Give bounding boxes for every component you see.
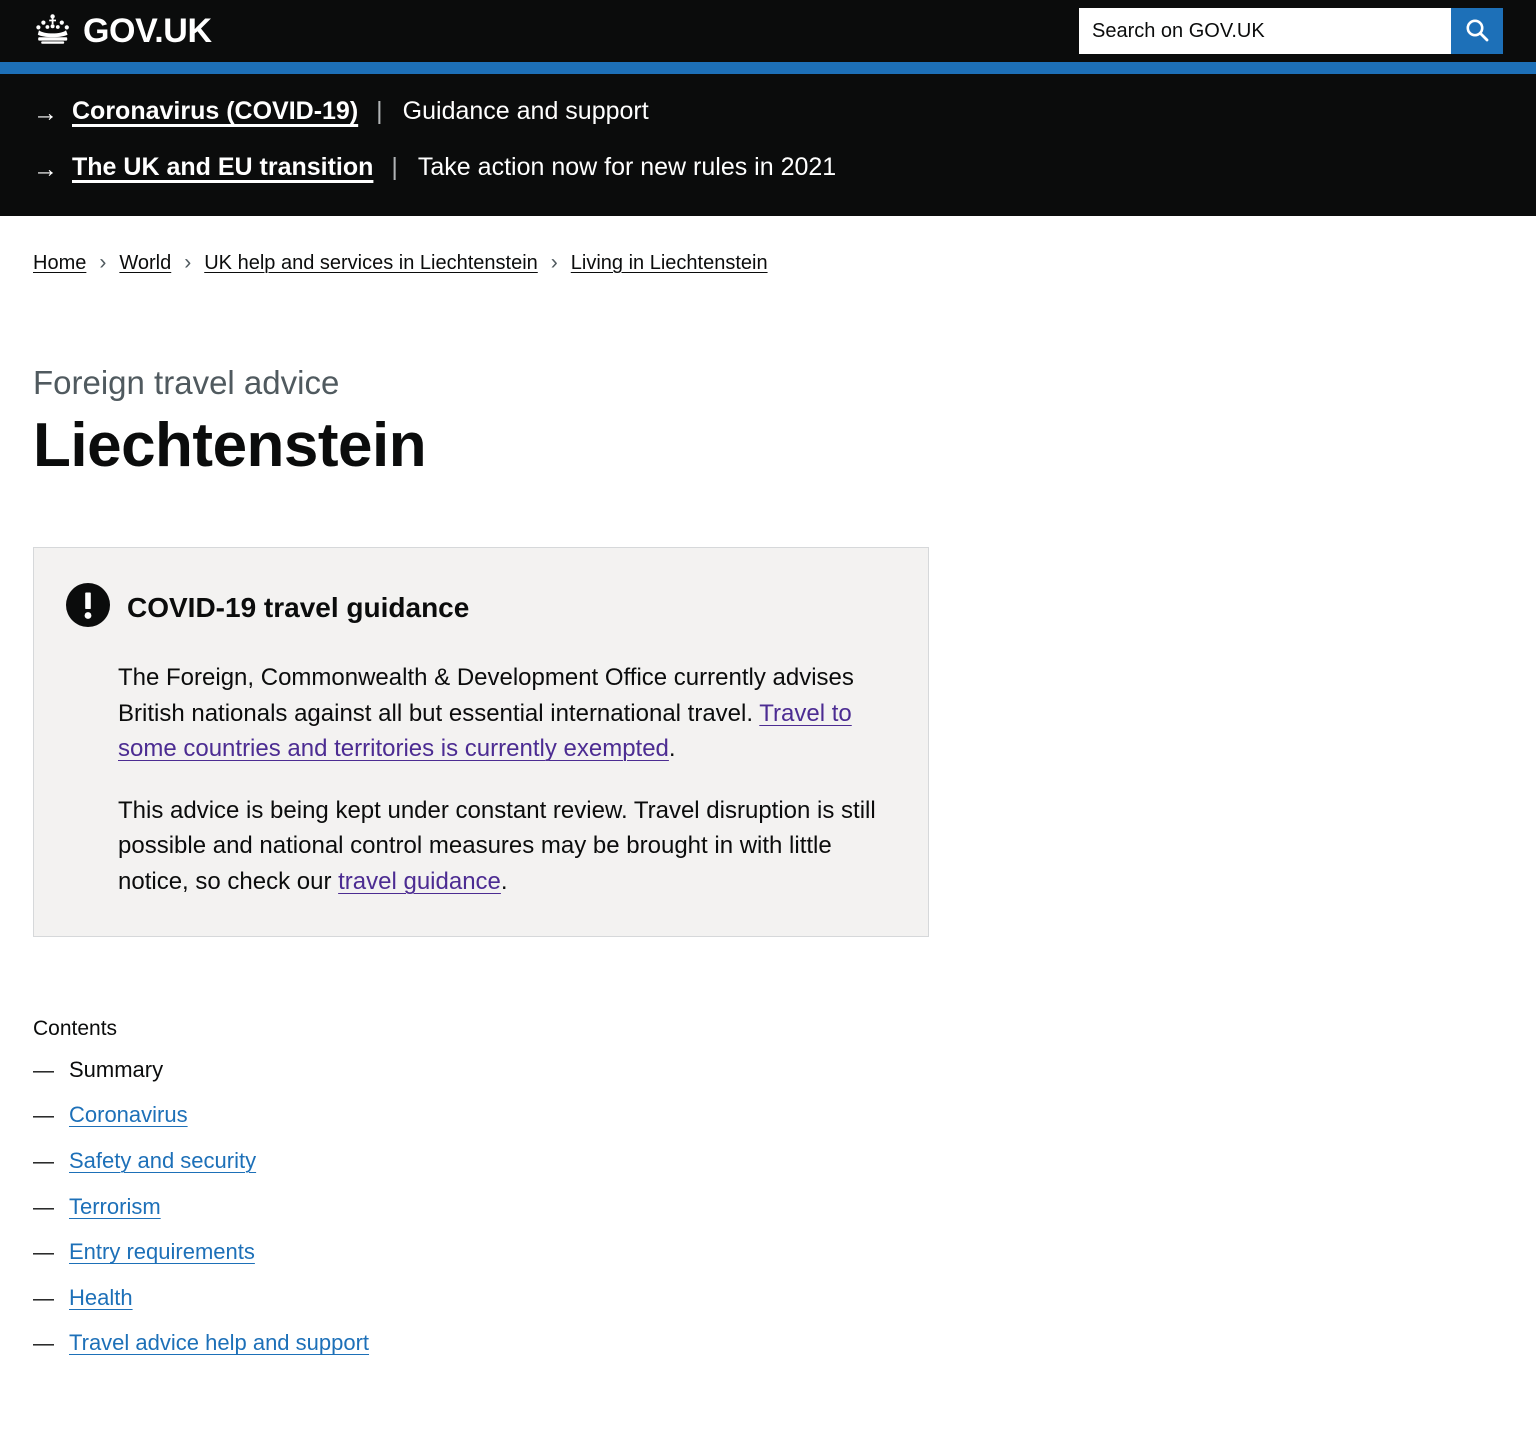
contents-item-health[interactable]: Health	[69, 1284, 133, 1313]
notice-row-eu-transition: → The UK and EU transition | Take action…	[33, 152, 1503, 182]
page-title: Liechtenstein	[33, 411, 427, 481]
callout-advice-trailing: .	[668, 735, 676, 763]
chevron-right-icon: ›	[184, 251, 192, 274]
travel-guidance-link[interactable]: travel guidance	[338, 868, 501, 895]
dash-icon: —	[33, 1150, 54, 1173]
breadcrumb-item-home[interactable]: Home	[33, 250, 86, 276]
global-notice-band: → Coronavirus (COVID-19) | Guidance and …	[0, 74, 1536, 216]
dash-icon: —	[33, 1241, 54, 1265]
list-item: — Coronavirus	[33, 1101, 1503, 1130]
breadcrumb-item-uk-help[interactable]: UK help and services in Liechtenstein	[204, 250, 538, 276]
callout-title: COVID-19 travel guidance	[127, 592, 470, 624]
govuk-logo-link[interactable]: GOV.UK	[33, 13, 212, 50]
header-accent-bar	[0, 62, 1536, 74]
breadcrumb-item-living[interactable]: Living in Liechtenstein	[571, 250, 768, 276]
dash-icon: —	[33, 1058, 54, 1082]
list-item: — Travel advice help and support	[33, 1329, 1503, 1358]
contents-item-safety-and-security[interactable]: Safety and security	[69, 1147, 256, 1176]
contents-item-summary: Summary	[69, 1056, 164, 1082]
main-content: Foreign travel advice Liechtenstein COVI…	[0, 364, 1536, 1435]
contents-item-entry-requirements[interactable]: Entry requirements	[69, 1238, 255, 1267]
govuk-logo-text: GOV.UK	[83, 12, 212, 50]
search-form	[1079, 8, 1503, 54]
callout-advice-bold: The Foreign, Commonwealth & Development …	[118, 664, 854, 727]
notice-link-eu-transition[interactable]: The UK and EU transition	[72, 152, 373, 182]
exclamation-circle-icon	[66, 583, 110, 632]
site-header: GOV.UK	[0, 0, 1536, 74]
arrow-right-icon: →	[33, 155, 58, 183]
notice-separator: |	[376, 97, 383, 125]
list-item: — Health	[33, 1284, 1503, 1313]
context-title: Foreign travel advice	[33, 364, 340, 402]
search-input[interactable]	[1079, 8, 1451, 54]
search-icon	[1464, 17, 1490, 46]
contents-list: — Summary — Coronavirus — Safety and sec…	[33, 1056, 1503, 1358]
callout-paragraph-advice: The Foreign, Commonwealth & Development …	[118, 660, 896, 767]
notice-link-coronavirus[interactable]: Coronavirus (COVID-19)	[72, 96, 358, 126]
callout-review-trailing: .	[500, 868, 508, 895]
search-button[interactable]	[1451, 8, 1503, 54]
contents-nav: Contents — Summary — Coronavirus — Safet…	[33, 1015, 1503, 1435]
list-item: — Terrorism	[33, 1193, 1503, 1222]
list-item: — Entry requirements	[33, 1238, 1503, 1267]
chevron-right-icon: ›	[99, 251, 107, 274]
list-item: — Safety and security	[33, 1147, 1503, 1176]
dash-icon: —	[33, 1286, 54, 1310]
contents-item-coronavirus[interactable]: Coronavirus	[69, 1101, 188, 1130]
crown-icon	[33, 13, 73, 50]
dash-icon: —	[33, 1104, 54, 1128]
contents-item-terrorism[interactable]: Terrorism	[69, 1193, 161, 1222]
callout-paragraph-review: This advice is being kept under constant…	[118, 793, 896, 900]
dash-icon: —	[33, 1332, 54, 1356]
breadcrumb: Home › World › UK help and services in L…	[0, 216, 1536, 276]
notice-row-covid: → Coronavirus (COVID-19) | Guidance and …	[33, 96, 1503, 126]
notice-description-coronavirus: Guidance and support	[402, 97, 649, 125]
contents-item-travel-advice-help-and-support[interactable]: Travel advice help and support	[69, 1329, 369, 1358]
arrow-right-icon: →	[33, 99, 58, 127]
chevron-right-icon: ›	[550, 251, 558, 274]
notice-separator: |	[391, 153, 398, 181]
notice-description-eu-transition: Take action now for new rules in 2021	[417, 153, 837, 181]
dash-icon: —	[33, 1195, 54, 1219]
breadcrumb-item-world[interactable]: World	[119, 250, 171, 276]
covid-guidance-callout: COVID-19 travel guidance The Foreign, Co…	[33, 547, 929, 937]
contents-heading: Contents	[33, 1016, 118, 1040]
list-item: — Summary	[33, 1056, 1503, 1085]
